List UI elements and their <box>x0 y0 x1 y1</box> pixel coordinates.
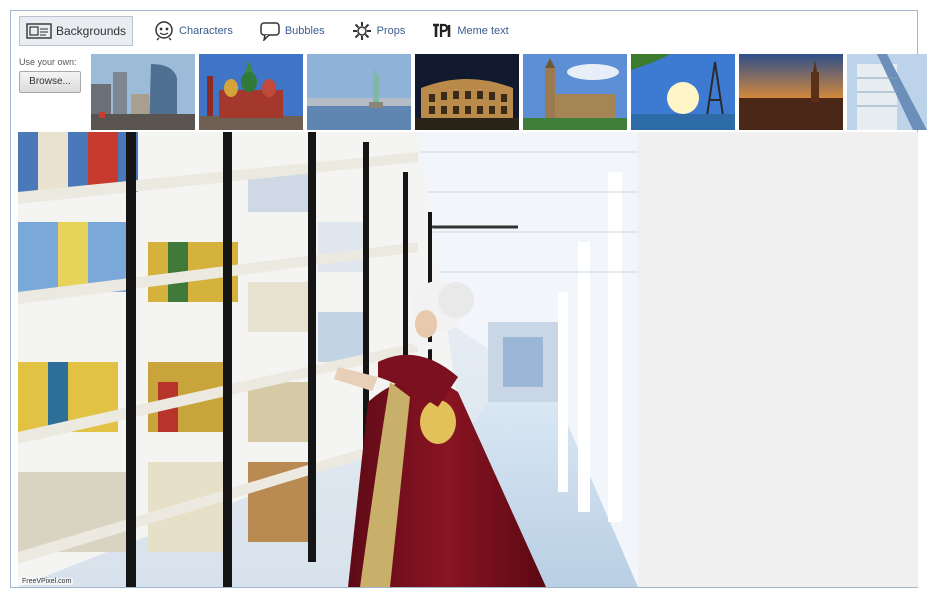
empty-workspace <box>638 132 918 587</box>
meme-canvas[interactable]: FreeVPixel.com <box>18 132 638 587</box>
tab-label: Meme text <box>457 25 509 37</box>
browse-button[interactable]: Browse... <box>19 71 81 93</box>
library-background-image <box>18 132 638 587</box>
thumbnail-city-sunset[interactable] <box>739 54 843 130</box>
tab-characters[interactable]: Characters <box>147 17 239 45</box>
tab-props[interactable]: Props <box>345 17 412 45</box>
tab-bubbles[interactable]: Bubbles <box>253 17 331 45</box>
speech-bubble-icon <box>260 22 280 41</box>
thumbnail-st-basils-cathedral[interactable] <box>199 54 303 130</box>
upload-own-background: Use your own: Browse... <box>19 57 87 93</box>
toolbar: Backgrounds Characters Bubbles Props Mem… <box>11 11 917 51</box>
tab-label: Props <box>376 25 406 37</box>
tab-label: Characters <box>179 25 233 37</box>
upload-label: Use your own: <box>19 57 77 67</box>
thumbnail-colosseum-night[interactable] <box>415 54 519 130</box>
backgrounds-icon <box>26 23 52 39</box>
props-gear-icon <box>352 22 371 40</box>
background-thumbnail-strip: Use your own: Browse... <box>11 51 927 130</box>
thumbnail-statue-of-liberty[interactable] <box>307 54 411 130</box>
character-face-icon <box>155 21 173 41</box>
tab-backgrounds[interactable]: Backgrounds <box>19 16 134 46</box>
image-credit: FreeVPixel.com <box>20 578 74 585</box>
thumbnail-modern-building[interactable] <box>847 54 927 130</box>
thumbnail-city-skyline[interactable] <box>91 54 195 130</box>
tab-meme-text[interactable]: Meme text <box>425 17 514 45</box>
tab-label: Bubbles <box>284 25 325 37</box>
thumbnail-big-ben[interactable] <box>523 54 627 130</box>
tab-label: Backgrounds <box>56 24 127 38</box>
meme-text-icon <box>433 23 451 37</box>
thumbnail-eiffel-tower[interactable] <box>631 54 735 130</box>
editor-frame: Backgrounds Characters Bubbles Props Mem… <box>10 10 927 588</box>
